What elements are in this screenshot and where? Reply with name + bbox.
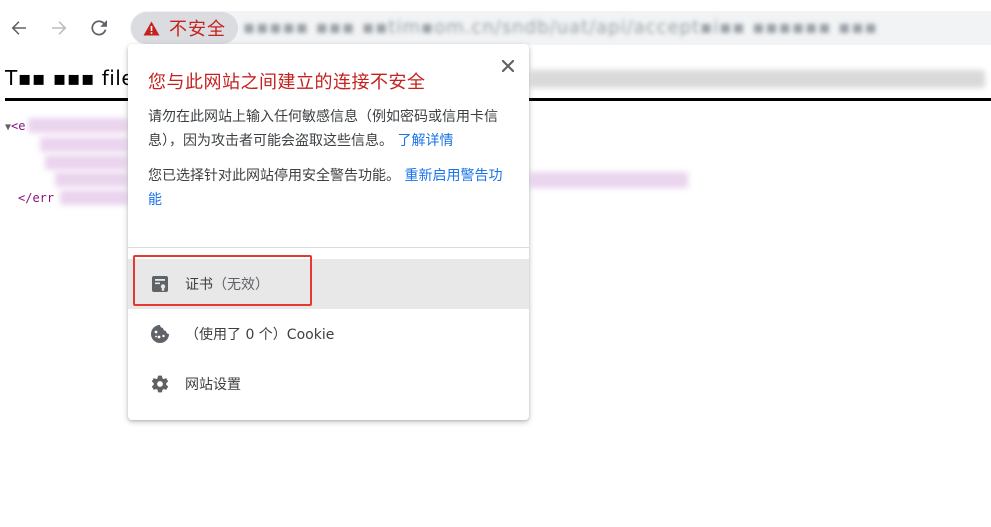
- popup-close-button[interactable]: [497, 56, 519, 78]
- xml-line-close: </err: [18, 191, 55, 205]
- certificate-label: 证书（无效）: [185, 274, 269, 294]
- security-chip-label: 不安全: [169, 19, 226, 40]
- cookies-row[interactable]: （使用了 0 个）Cookie: [128, 309, 529, 359]
- certificate-status: （无效）: [213, 277, 269, 293]
- warning-paragraph: 请勿在此网站上输入任何敏感信息（例如密码或信用卡信息），因为攻击者可能会盗取这些…: [148, 105, 510, 153]
- arrow-right-icon: [49, 18, 69, 38]
- certificate-row[interactable]: 证书（无效）: [128, 259, 529, 309]
- popup-body: 请勿在此网站上输入任何敏感信息（例如密码或信用卡信息），因为攻击者可能会盗取这些…: [148, 105, 510, 212]
- site-settings-row[interactable]: 网站设置: [128, 359, 529, 409]
- certificate-icon: [149, 273, 171, 295]
- site-settings-label: 网站设置: [185, 377, 241, 393]
- security-indicator-chip[interactable]: 不安全: [131, 12, 238, 44]
- arrow-left-icon: [9, 18, 29, 38]
- popup-title: 您与此网站之间建立的连接不安全: [148, 72, 426, 93]
- reload-button[interactable]: [85, 14, 113, 42]
- cookie-icon: [149, 323, 171, 345]
- disabled-warnings-text: 您已选择针对此网站停用安全警告功能。: [148, 168, 400, 184]
- popup-divider: [128, 247, 529, 248]
- redacted-xml-block: [60, 190, 128, 205]
- redacted-xml-block: [45, 155, 128, 170]
- redacted-xml-block: [40, 137, 128, 152]
- redacted-xml-block: [55, 172, 128, 187]
- disabled-warnings-paragraph: 您已选择针对此网站停用安全警告功能。 重新启用警告功能: [148, 164, 510, 212]
- redacted-heading-block: [530, 70, 985, 88]
- page-heading-text: T▪▪ ▪▪▪ file: [5, 66, 135, 90]
- forward-button[interactable]: [45, 14, 73, 42]
- warning-triangle-icon: [143, 21, 160, 36]
- redacted-xml-block: [530, 172, 688, 188]
- redacted-xml-block: [28, 118, 128, 133]
- page-info-popup: 您与此网站之间建立的连接不安全 请勿在此网站上输入任何敏感信息（例如密码或信用卡…: [128, 44, 529, 420]
- reload-icon: [89, 18, 109, 38]
- url-text[interactable]: ▪▪▪▪▪ ▪▪▪ ▪▪tim▪om.cn/sndb/uat/api/accep…: [243, 17, 878, 38]
- xml-line-root: ▼<e: [5, 119, 26, 133]
- gear-icon: [149, 373, 171, 395]
- back-button[interactable]: [5, 14, 33, 42]
- cookies-label: （使用了 0 个）Cookie: [185, 327, 335, 343]
- close-icon: [501, 58, 515, 77]
- certificate-label-text: 证书: [185, 277, 213, 293]
- learn-more-link[interactable]: 了解详情: [397, 133, 453, 149]
